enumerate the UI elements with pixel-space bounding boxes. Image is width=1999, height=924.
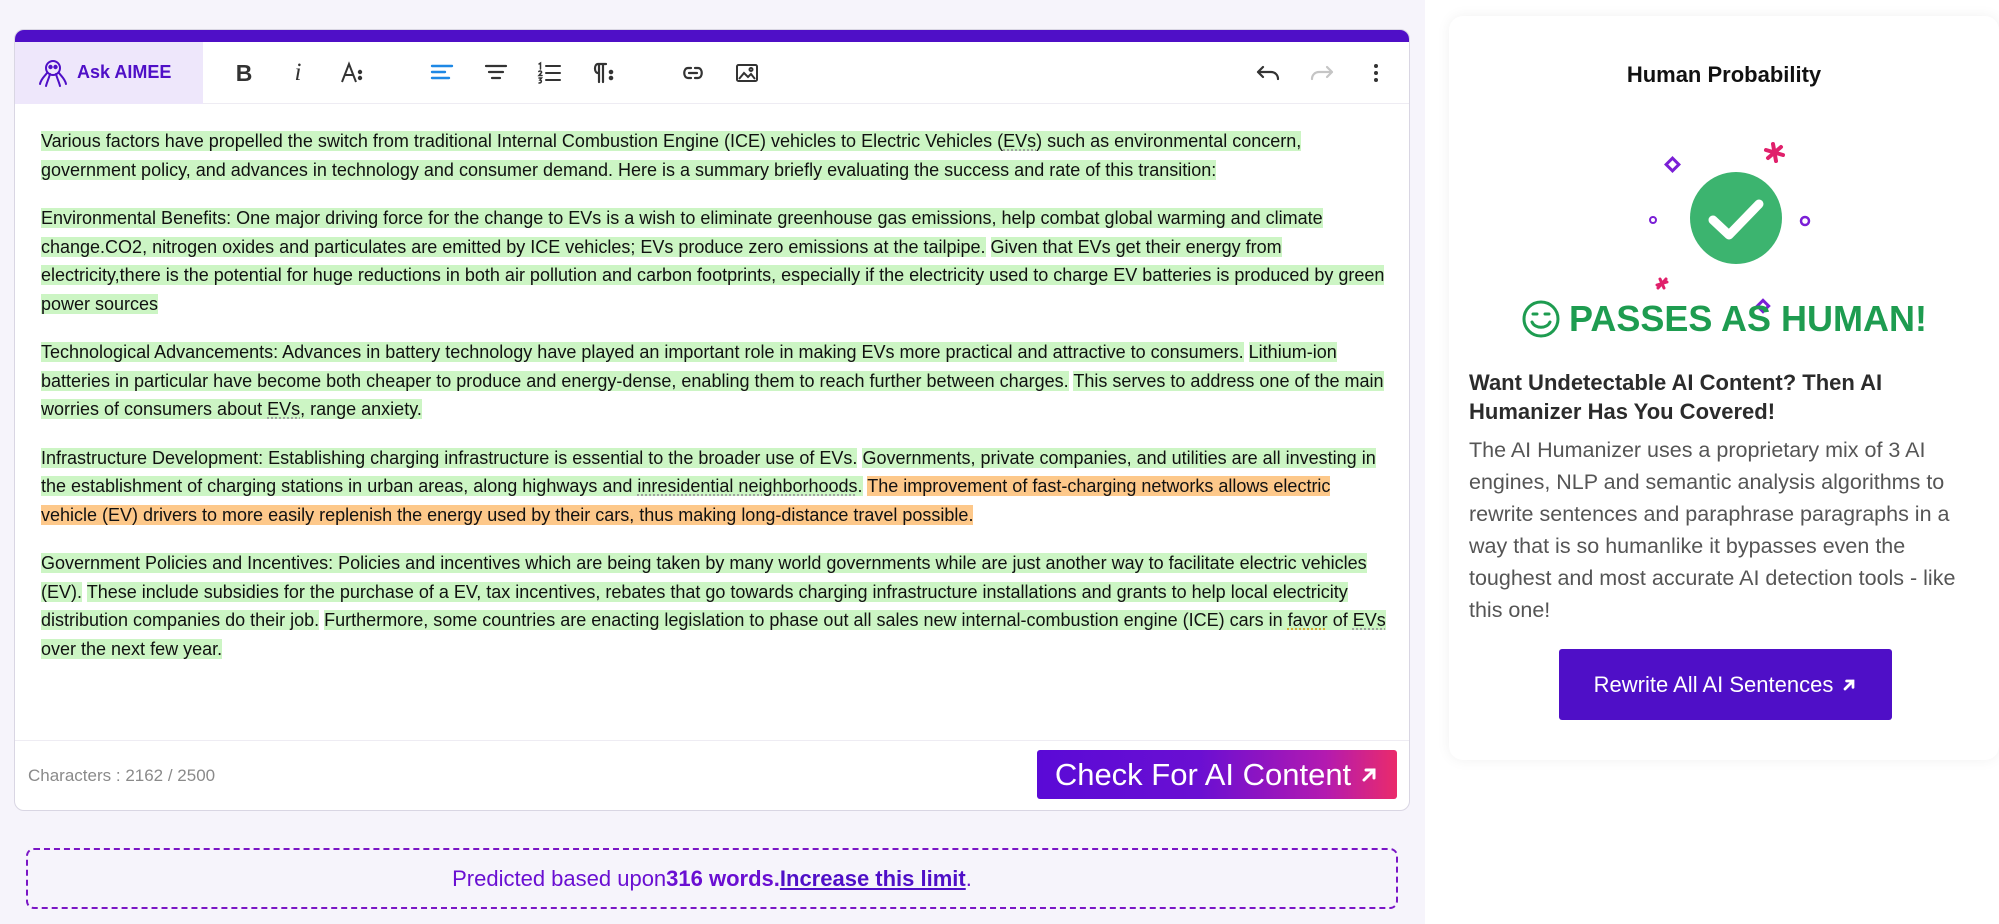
bold-icon: B [235,59,253,86]
text-segment: Government Policies and Incentives: [41,553,339,573]
text-segment: . [857,476,863,496]
text-segment: Environmental Benefits: [41,208,237,228]
editor-toolbar: Ask AIMEE B i [15,41,1409,104]
image-icon [736,64,758,82]
ai-octopus-icon [39,59,67,87]
text-segment: of [1327,610,1353,630]
smiley-icon [1522,300,1560,338]
text-segment: over the next few year. [41,638,223,659]
font-size-button[interactable] [335,56,369,90]
italic-icon: i [294,59,302,86]
check-ai-content-button[interactable]: Check For AI Content [1037,750,1397,799]
result-text: PASSES AS HUMAN! [1568,298,1928,339]
numbered-list-icon [537,61,561,84]
italic-button[interactable]: i [281,56,315,90]
flagged-word[interactable]: inresidential neighborhoods [637,476,858,496]
editor-footer: Characters : 2162 / 2500 Check For AI Co… [15,740,1409,810]
human-probability-panel: Human Probability PASSES AS HUMAN! Want … [1449,16,1999,760]
arrow-up-right-icon [1843,679,1855,690]
editor-paragraph: Various factors have propelled the switc… [41,127,1391,184]
more-options-button[interactable] [1359,56,1393,90]
text-segment: Furthermore, some countries are enacting… [324,610,1288,630]
editor-paragraph: Government Policies and Incentives: Poli… [41,549,1391,663]
character-count: 2162 [125,766,164,785]
editor-paragraph: Environmental Benefits: One major drivin… [41,204,1391,318]
editor-column: Ask AIMEE B i Various factors have prope… [0,0,1425,924]
text-segment [1244,342,1249,362]
insert-link-button[interactable] [676,56,710,90]
increase-limit-link[interactable]: Increase this limit [780,866,966,892]
bold-button[interactable]: B [227,56,261,90]
redo-button[interactable] [1305,56,1339,90]
flagged-word[interactable]: EVs [1003,131,1037,151]
check-ai-content-label: Check For AI Content [1054,756,1352,792]
editor-accent-bar [15,30,1409,42]
redo-icon [1310,65,1334,81]
align-center-icon [484,64,508,80]
rewrite-ai-sentences-button[interactable]: Rewrite All AI Sentences [1559,649,1892,720]
more-vertical-icon [1374,64,1378,82]
paragraph-button[interactable] [585,56,619,90]
character-counter-label: Characters : [28,766,126,785]
character-limit: / 2500 [163,766,216,785]
insert-image-button[interactable] [730,56,764,90]
text-segment: Advances in battery technology have play… [282,342,1244,362]
check-circle-icon [1649,142,1811,314]
editor-paragraph: Technological Advancements: Advances in … [41,338,1391,424]
editor-paragraph: Infrastructure Development: Establishing… [41,444,1391,530]
numbered-list-button[interactable] [532,56,566,90]
font-size-icon [341,61,363,83]
undo-icon [1256,65,1280,81]
undo-button[interactable] [1251,56,1285,90]
result-status: PASSES AS HUMAN! [1449,298,1999,340]
prediction-notice: Predicted based upon 316 words. Increase… [26,848,1398,909]
flagged-word[interactable]: favor [1287,610,1328,630]
text-segment: Establishing charging infrastructure is … [268,447,858,468]
text-segment: Various factors have propelled the switc… [41,131,1004,151]
text-segment: Technological Advancements: [41,342,283,362]
text-segment: , range anxiety. [300,399,422,419]
rewrite-ai-sentences-label: Rewrite All AI Sentences [1593,671,1834,697]
align-left-icon [430,64,454,80]
text-segment [986,237,991,257]
humanizer-description: The AI Humanizer uses a proprietary mix … [1469,438,1956,622]
paragraph-icon [593,62,614,84]
ask-aimee-button[interactable]: Ask AIMEE [15,41,203,104]
arrow-up-right-icon [1362,768,1376,781]
prediction-word-count: 316 words. [666,865,780,891]
flagged-word[interactable]: EVs [1352,610,1386,630]
humanizer-heading: Want Undetectable AI Content? Then AI Hu… [1469,370,1883,424]
align-center-button[interactable] [479,56,513,90]
text-segment [82,582,87,602]
link-icon [683,66,703,80]
prediction-suffix: . [965,865,972,891]
align-left-button[interactable] [425,56,459,90]
text-segment: Infrastructure Development: [41,447,269,468]
character-counter: Characters : 2162 / 2500 [28,766,215,786]
editor-content[interactable]: Various factors have propelled the switc… [41,127,1391,683]
text-editor: Ask AIMEE B i Various factors have prope… [14,29,1410,811]
prediction-prefix: Predicted based upon [452,865,667,891]
panel-title: Human Probability [1626,62,1822,87]
flagged-word[interactable]: EVs [267,399,301,419]
ask-aimee-label: Ask AIMEE [77,62,172,82]
